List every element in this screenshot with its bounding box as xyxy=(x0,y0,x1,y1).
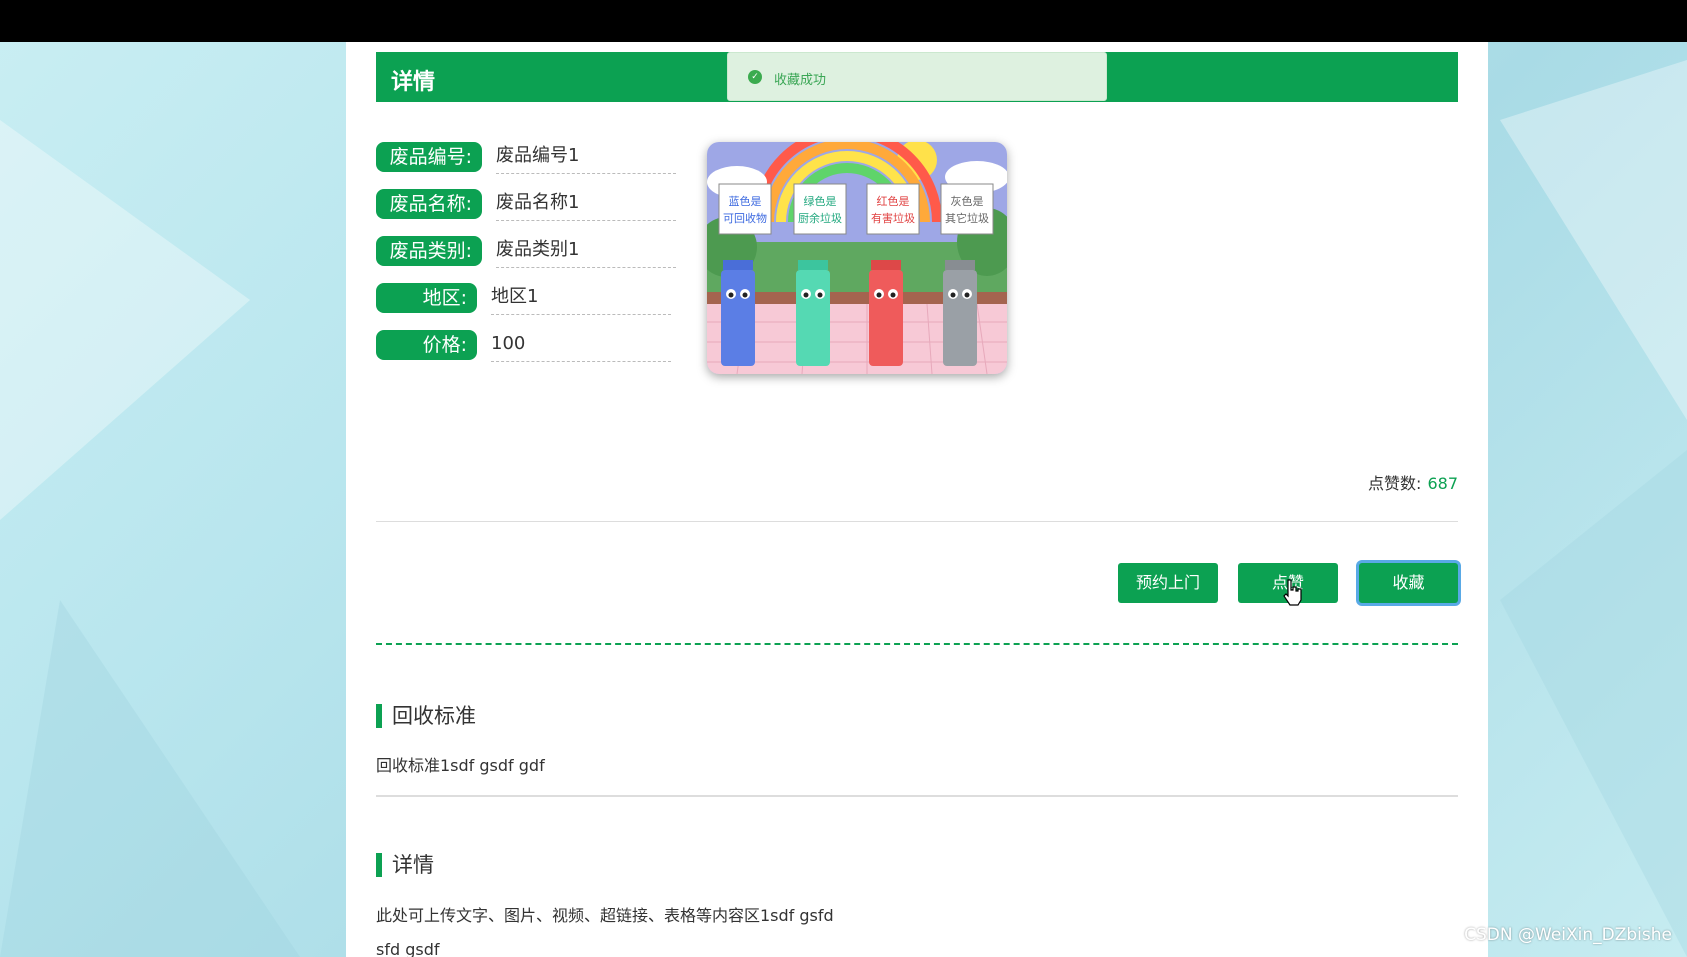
bin-label-line1: 红色是 xyxy=(877,194,910,208)
field-label: 废品名称: xyxy=(376,189,482,219)
success-toast: ✓ 收藏成功 xyxy=(727,52,1107,101)
hand-cursor-icon xyxy=(1283,579,1302,606)
divider xyxy=(376,521,1458,522)
check-circle-icon: ✓ xyxy=(748,70,762,84)
field-label: 废品编号: xyxy=(376,142,482,172)
dashed-divider xyxy=(376,643,1458,645)
likes-label: 点赞数: xyxy=(1368,474,1422,493)
bin-label-line1: 蓝色是 xyxy=(729,194,762,208)
field-value: 废品名称1 xyxy=(496,189,676,221)
field-value: 废品编号1 xyxy=(496,142,676,174)
details-text-line2: sfd gsdf xyxy=(376,940,440,957)
detail-panel: 详情 ✓ 收藏成功 废品编号: 废品编号1 废品名称: 废品名称1 废品类别: … xyxy=(346,42,1488,957)
field-label: 地区: xyxy=(376,283,477,313)
likes-count: 点赞数: 687 xyxy=(1368,470,1458,494)
bin-label-line2: 厨余垃圾 xyxy=(798,211,842,225)
field-label: 价格: xyxy=(376,330,477,360)
bin-label-line1: 灰色是 xyxy=(951,194,984,208)
bin-label-line1: 绿色是 xyxy=(804,194,837,208)
bin-label-line2: 其它垃圾 xyxy=(945,211,989,225)
standard-text: 回收标准1sdf gsdf gdf xyxy=(376,756,545,775)
top-black-bar xyxy=(0,0,1687,42)
product-image: 蓝色是 可回收物 绿色是 厨余垃圾 红色是 有害垃圾 灰色是 其它垃圾 xyxy=(707,142,1007,374)
likes-number: 687 xyxy=(1427,474,1458,493)
divider xyxy=(376,795,1458,797)
bin-label-line2: 有害垃圾 xyxy=(871,211,915,225)
details-section-title: 详情 xyxy=(376,853,434,877)
toast-message: 收藏成功 xyxy=(774,73,827,88)
garbage-bins-illustration: 蓝色是 可回收物 绿色是 厨余垃圾 红色是 有害垃圾 灰色是 其它垃圾 xyxy=(707,142,1007,374)
watermark-text: CSDN @WeiXin_DZbishe xyxy=(1464,925,1672,945)
field-value: 废品类别1 xyxy=(496,236,676,268)
field-value: 100 xyxy=(491,330,671,362)
bin-label-line2: 可回收物 xyxy=(723,211,767,225)
appointment-button[interactable]: 预约上门 xyxy=(1118,563,1218,603)
header-title: 详情 xyxy=(391,70,436,95)
field-label: 废品类别: xyxy=(376,236,482,266)
field-value: 地区1 xyxy=(491,283,671,315)
detail-header: 详情 ✓ 收藏成功 xyxy=(376,52,1458,102)
details-text-line1: 此处可上传文字、图片、视频、超链接、表格等内容区1sdf gsfd xyxy=(376,906,834,925)
standard-section-title: 回收标准 xyxy=(376,704,476,728)
favorite-button[interactable]: 收藏 xyxy=(1359,563,1458,603)
